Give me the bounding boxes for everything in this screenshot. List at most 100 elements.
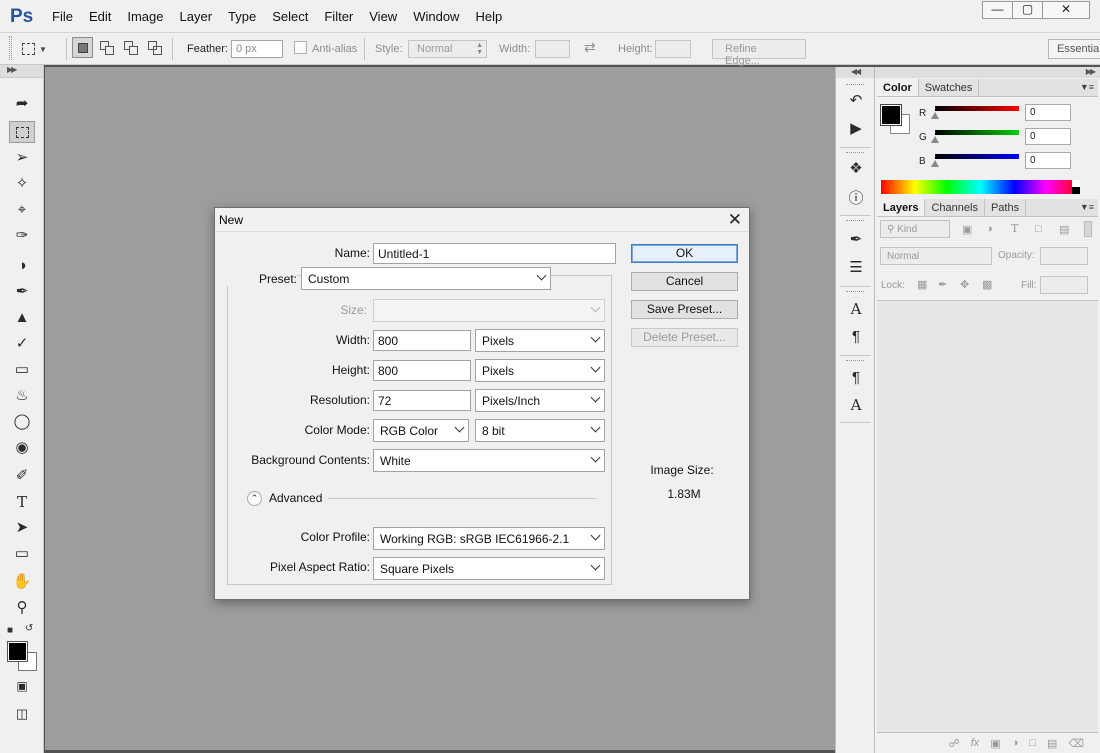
red-slider[interactable] [935,106,1019,111]
menu-window[interactable]: Window [405,9,467,24]
screen-mode-icon[interactable]: ◫ [9,703,35,725]
menu-image[interactable]: Image [119,9,171,24]
minimize-button[interactable]: — [982,1,1013,19]
new-selection-button[interactable] [72,37,93,58]
zoom-tool-icon[interactable]: ⚲ [9,597,35,619]
collapse-advanced-icon[interactable]: ⌃ [247,491,262,506]
menu-filter[interactable]: Filter [316,9,361,24]
collapse-panels-icon[interactable]: ▶▶ [875,67,1100,78]
refine-edge-button[interactable]: Refine Edge... [712,39,806,67]
eyedropper-tool-icon[interactable]: ✑ [9,225,35,247]
color-mode-select[interactable]: RGB Color [373,419,469,442]
subtract-from-selection-button[interactable] [120,37,141,58]
red-slider-thumb[interactable] [931,112,939,119]
menu-help[interactable]: Help [467,9,510,24]
character-panel-icon[interactable]: A [844,298,868,320]
paragraph-panel-icon[interactable]: ¶ [844,326,868,348]
workspace-switcher[interactable]: Essentials [1048,39,1100,59]
height-field[interactable]: 800 [373,360,471,381]
delete-layer-icon[interactable]: ⌫ [1068,737,1084,750]
collapse-dock-icon[interactable]: ◀◀ [836,67,874,78]
eraser-tool-icon[interactable]: ▭ [9,359,35,381]
default-colors-icon[interactable]: ■ [7,625,13,636]
width-unit-select[interactable]: Pixels [475,329,605,352]
tab-swatches[interactable]: Swatches [919,79,980,96]
adjustment-layer-filter-icon[interactable]: ◑ [986,223,993,235]
close-icon[interactable]: ✕ [728,210,742,230]
cancel-button[interactable]: Cancel [631,272,738,291]
add-to-selection-button[interactable] [96,37,117,58]
intersect-selection-button[interactable] [144,37,165,58]
lock-all-icon[interactable]: ▩ [982,278,992,291]
tab-paths[interactable]: Paths [985,199,1027,216]
adjustment-layer-icon[interactable]: ◑ [1012,737,1019,749]
3d-panel-icon[interactable]: ❖ [844,158,868,180]
delete-preset-button[interactable]: Delete Preset... [631,328,738,347]
width-field[interactable]: 800 [373,330,471,351]
new-group-icon[interactable]: □ [1029,737,1036,749]
tab-color[interactable]: Color [877,79,919,96]
dialog-titlebar[interactable]: New ✕ [215,208,749,232]
layer-kind-filter[interactable]: ⚲ Kind [880,220,950,238]
quick-mask-icon[interactable]: ▣ [9,675,35,697]
feather-input[interactable]: 0 px [231,40,283,58]
tab-channels[interactable]: Channels [925,199,985,216]
lasso-tool-icon[interactable]: ➢ [9,147,35,169]
type-tool-icon[interactable]: T [9,491,35,513]
character-styles-panel-icon[interactable]: A [844,394,868,416]
dock-grip[interactable] [846,291,864,294]
menu-edit[interactable]: Edit [81,9,119,24]
close-window-button[interactable]: ✕ [1042,1,1090,19]
preset-select[interactable]: Custom [301,267,551,290]
blend-mode-select[interactable]: Normal [880,247,992,265]
color-profile-select[interactable]: Working RGB: sRGB IEC61966-2.1 [373,527,605,550]
blur-tool-icon[interactable]: ◯ [9,411,35,433]
resolution-unit-select[interactable]: Pixels/Inch [475,389,605,412]
maximize-button[interactable]: ▢ [1012,1,1043,19]
background-contents-select[interactable]: White [373,449,605,472]
green-value-input[interactable]: 0 [1025,128,1071,145]
green-slider[interactable] [935,130,1019,135]
adjustments-panel-icon[interactable]: ☰ [844,257,868,279]
dodge-tool-icon[interactable]: ◉ [9,437,35,459]
style-select[interactable]: Normal ▲ ▼ [408,40,487,58]
menu-layer[interactable]: Layer [172,9,221,24]
tab-layers[interactable]: Layers [877,199,926,216]
paint-bucket-tool-icon[interactable]: ♨ [9,385,35,407]
size-select[interactable] [373,299,605,322]
height-unit-select[interactable]: Pixels [475,359,605,382]
add-mask-icon[interactable]: ▣ [990,737,1000,750]
menu-type[interactable]: Type [220,9,264,24]
history-brush-tool-icon[interactable]: ✓ [9,333,35,355]
pixel-aspect-ratio-select[interactable]: Square Pixels [373,557,605,580]
move-tool-icon[interactable]: ➦ [9,93,35,115]
shape-layer-filter-icon[interactable]: □ [1035,223,1042,235]
bit-depth-select[interactable]: 8 bit [475,419,605,442]
advanced-label[interactable]: Advanced [269,491,322,505]
blue-slider-thumb[interactable] [931,160,939,167]
opacity-input[interactable] [1040,247,1088,265]
filter-toggle-switch[interactable] [1084,221,1092,237]
swap-dimensions-icon[interactable]: ⇄ [584,39,596,56]
menu-view[interactable]: View [361,9,405,24]
actions-panel-icon[interactable]: ▶ [844,118,868,140]
blue-slider[interactable] [935,154,1019,159]
foreground-color-swatch[interactable] [880,104,902,126]
fill-input[interactable] [1040,276,1088,294]
marquee-tool-icon[interactable] [9,121,35,143]
smart-object-filter-icon[interactable]: ▤ [1059,223,1069,236]
tool-preset-picker[interactable]: ▼ [22,39,62,59]
panel-menu-icon[interactable]: ▼≡ [1080,202,1094,212]
clone-stamp-tool-icon[interactable]: ▲ [9,307,35,329]
info-panel-icon[interactable]: ⓘ [844,188,868,210]
layer-style-icon[interactable]: fx [971,737,980,749]
menu-file[interactable]: File [44,9,81,24]
ok-button[interactable]: OK [631,244,738,263]
pixel-layer-filter-icon[interactable]: ▣ [962,223,972,236]
rectangle-tool-icon[interactable]: ▭ [9,543,35,565]
name-field[interactable]: Untitled-1 [373,243,616,264]
path-selection-tool-icon[interactable]: ➤ [9,517,35,539]
brush-tool-icon[interactable]: ✒ [9,281,35,303]
resolution-field[interactable]: 72 [373,390,471,411]
panel-menu-icon[interactable]: ▼≡ [1080,82,1094,92]
